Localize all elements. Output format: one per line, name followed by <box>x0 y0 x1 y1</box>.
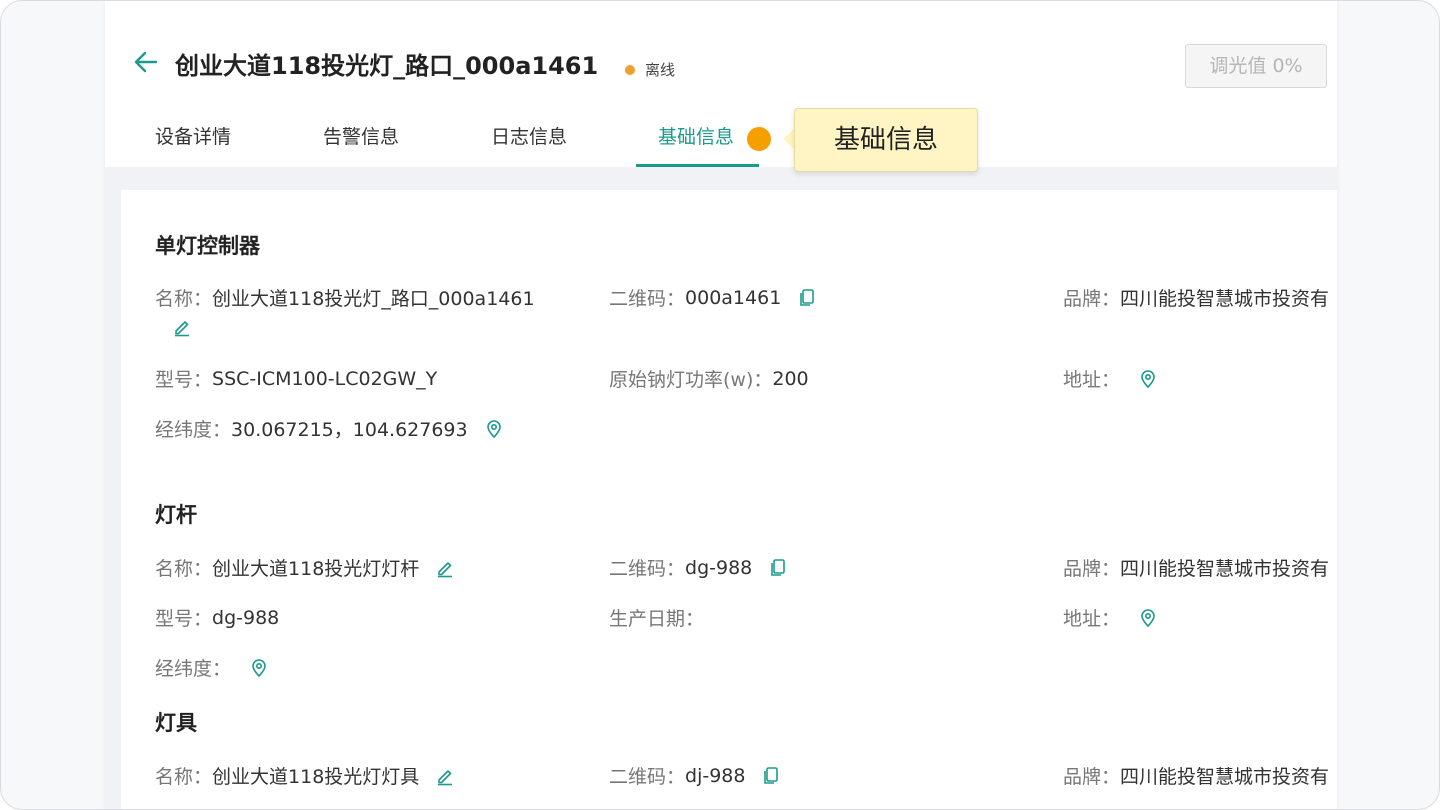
tab-log-info[interactable]: 日志信息 <box>491 108 567 166</box>
field-value: dg-988 <box>685 556 753 579</box>
section-title-controller: 单灯控制器 <box>155 234 260 258</box>
status-text: 离线 <box>645 61 676 79</box>
field-label: 地址： <box>1063 369 1121 391</box>
back-arrow-icon[interactable] <box>133 49 159 75</box>
copy-icon[interactable] <box>761 766 781 786</box>
edit-icon[interactable] <box>435 766 455 786</box>
edit-icon[interactable] <box>435 558 455 578</box>
pole-date-field: 生产日期： <box>609 604 704 631</box>
controller-qr-field: 二维码： 000a1461 <box>609 284 817 311</box>
lamp-qr-field: 二维码： dj-988 <box>609 762 781 789</box>
field-value: 创业大道118投光灯_路口_000a1461 <box>212 288 535 310</box>
location-pin-icon[interactable] <box>249 658 269 678</box>
field-label: 二维码： <box>609 766 686 788</box>
tooltip: 基础信息 <box>794 108 978 172</box>
section-title-pole: 灯杆 <box>155 503 197 527</box>
field-label: 二维码： <box>609 558 686 580</box>
status-dot <box>625 64 635 75</box>
field-label: 名称： <box>155 558 213 580</box>
field-label: 生产日期： <box>609 608 705 630</box>
pole-brand-field: 品牌： 四川能投智慧城市投资有 <box>1063 554 1329 581</box>
field-value: dg-988 <box>212 606 280 629</box>
dim-value-button[interactable]: 调光值 0% <box>1185 44 1327 88</box>
section-title-lamp: 灯具 <box>155 711 197 735</box>
copy-icon[interactable] <box>797 288 817 308</box>
controller-brand-field: 品牌： 四川能投智慧城市投资有 <box>1063 284 1329 311</box>
field-label: 型号： <box>155 369 213 391</box>
tab-bar: 设备详情 告警信息 日志信息 基础信息 <box>133 108 1337 168</box>
pole-model-field: 型号： dg-988 <box>155 604 279 631</box>
basic-info-card: 单灯控制器 名称： 创业大道118投光灯_路口_000a1461 二维码： 00… <box>121 190 1337 809</box>
lamp-brand-field: 品牌： 四川能投智慧城市投资有 <box>1063 762 1329 789</box>
controller-latlng-field: 经纬度： 30.067215，104.627693 <box>155 415 504 442</box>
page-title: 创业大道118投光灯_路口_000a1461 <box>175 52 599 80</box>
field-value: 创业大道118投光灯灯具 <box>212 766 420 788</box>
field-value: 200 <box>772 367 809 390</box>
field-label: 地址： <box>1063 608 1121 630</box>
pole-qr-field: 二维码： dg-988 <box>609 554 788 581</box>
tab-basic-info[interactable]: 基础信息 <box>658 108 734 166</box>
tab-device-details[interactable]: 设备详情 <box>155 108 231 166</box>
tab-alarm-info[interactable]: 告警信息 <box>323 108 399 166</box>
field-label: 经纬度： <box>155 419 232 441</box>
field-value: 四川能投智慧城市投资有 <box>1120 558 1330 580</box>
field-value: 四川能投智慧城市投资有 <box>1120 288 1330 310</box>
field-label: 名称： <box>155 288 213 310</box>
controller-name-field: 名称： 创业大道118投光灯_路口_000a1461 <box>155 284 535 311</box>
pole-latlng-field: 经纬度： <box>155 654 269 681</box>
field-label: 品牌： <box>1063 558 1121 580</box>
page-header: 创业大道118投光灯_路口_000a1461 离线 调光值 0% 设备详情 告警… <box>105 1 1337 172</box>
field-label: 品牌： <box>1063 766 1121 788</box>
hotspot-dot <box>747 127 771 151</box>
copy-icon[interactable] <box>768 558 788 578</box>
controller-address-field: 地址： <box>1063 365 1158 392</box>
lamp-name-field: 名称： 创业大道118投光灯灯具 <box>155 762 455 789</box>
field-value: 四川能投智慧城市投资有 <box>1120 766 1330 788</box>
location-pin-icon[interactable] <box>1138 369 1158 389</box>
controller-model-field: 型号： SSC-ICM100-LC02GW_Y <box>155 365 437 392</box>
pole-name-field: 名称： 创业大道118投光灯灯杆 <box>155 554 455 581</box>
field-value: dj-988 <box>685 764 746 787</box>
pole-address-field: 地址： <box>1063 604 1158 631</box>
field-value: 创业大道118投光灯灯杆 <box>212 558 420 580</box>
active-tab-indicator <box>636 164 759 167</box>
location-pin-icon[interactable] <box>484 419 504 439</box>
field-label: 名称： <box>155 766 213 788</box>
field-value: SSC-ICM100-LC02GW_Y <box>212 367 438 390</box>
field-label: 二维码： <box>609 288 686 310</box>
location-pin-icon[interactable] <box>1138 608 1158 628</box>
controller-power-field: 原始钠灯功率(w)： 200 <box>609 365 809 392</box>
edit-icon[interactable] <box>172 317 192 337</box>
field-value: 30.067215，104.627693 <box>231 419 468 441</box>
field-value: 000a1461 <box>685 286 782 309</box>
field-label: 经纬度： <box>155 658 232 680</box>
detail-panel: 创业大道118投光灯_路口_000a1461 离线 调光值 0% 设备详情 告警… <box>105 1 1337 809</box>
status-badge: 离线 <box>625 59 675 80</box>
field-label: 原始钠灯功率(w)： <box>609 369 773 391</box>
field-label: 型号： <box>155 608 213 630</box>
field-label: 品牌： <box>1063 288 1121 310</box>
window-frame: 创业大道118投光灯_路口_000a1461 离线 调光值 0% 设备详情 告警… <box>0 0 1440 810</box>
